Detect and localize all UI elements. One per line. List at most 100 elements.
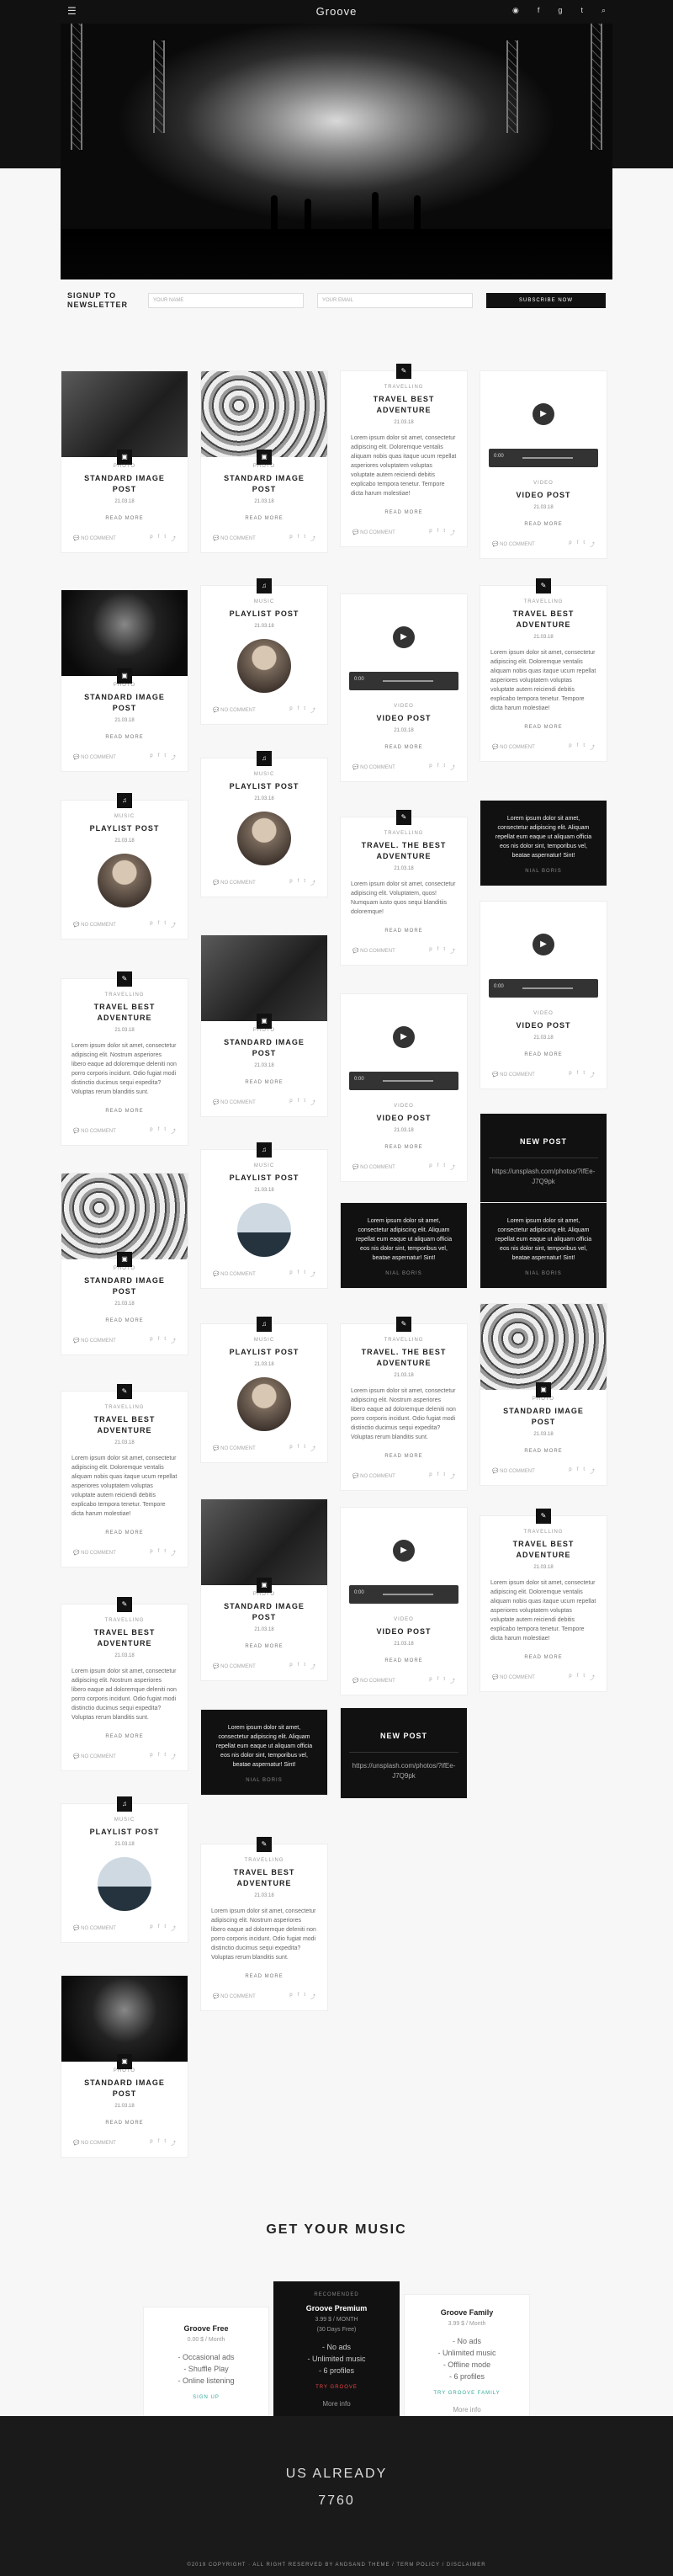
comment-count[interactable]: 💬 NO COMMENT: [352, 764, 395, 770]
audio-player[interactable]: 0:00: [489, 979, 598, 998]
twitter-icon[interactable]: t: [583, 1071, 585, 1078]
pinterest-icon[interactable]: p: [150, 1924, 152, 1932]
post-title[interactable]: TRAVEL. THE BEST ADVENTURE: [341, 840, 467, 862]
play-icon[interactable]: ▶: [393, 626, 415, 648]
post-title[interactable]: TRAVEL BEST ADVENTURE: [201, 1867, 327, 1889]
share-icon[interactable]: ⤴: [450, 1163, 455, 1171]
search-icon[interactable]: ⌕: [601, 6, 606, 15]
pinterest-icon[interactable]: p: [429, 764, 432, 771]
pinterest-icon[interactable]: p: [289, 1270, 292, 1278]
read-more-link[interactable]: READ MORE: [480, 1052, 607, 1057]
read-more-link[interactable]: READ MORE: [61, 1530, 188, 1535]
play-icon[interactable]: ▶: [393, 1540, 415, 1562]
facebook-icon[interactable]: f: [577, 1071, 579, 1078]
twitter-icon[interactable]: t: [443, 947, 445, 955]
seek-bar[interactable]: [522, 987, 573, 989]
twitter-icon[interactable]: t: [164, 753, 166, 761]
twitter-icon[interactable]: t: [583, 1467, 585, 1475]
share-icon[interactable]: ⤴: [171, 1753, 176, 1760]
twitter-icon[interactable]: t: [443, 1472, 445, 1480]
twitter-icon[interactable]: t: [164, 921, 166, 929]
facebook-icon[interactable]: f: [577, 540, 579, 548]
facebook-icon[interactable]: f: [298, 1445, 299, 1452]
read-more-link[interactable]: READ MORE: [61, 516, 188, 521]
pinterest-icon[interactable]: p: [569, 743, 571, 751]
twitter-icon[interactable]: t: [164, 1924, 166, 1932]
comment-count[interactable]: 💬 NO COMMENT: [73, 1925, 116, 1931]
post-title[interactable]: TRAVEL BEST ADVENTURE: [480, 1539, 607, 1561]
comment-count[interactable]: 💬 NO COMMENT: [352, 530, 395, 535]
share-icon[interactable]: ⤴: [590, 743, 595, 751]
facebook-icon[interactable]: f: [298, 1993, 299, 2000]
twitter-icon[interactable]: t: [583, 540, 585, 548]
twitter-icon[interactable]: t: [164, 1337, 166, 1344]
playlist-cover[interactable]: [237, 1203, 291, 1257]
comment-count[interactable]: 💬 NO COMMENT: [213, 1663, 256, 1669]
facebook-icon[interactable]: f: [538, 6, 540, 15]
read-more-link[interactable]: READ MORE: [201, 1644, 327, 1649]
pinterest-icon[interactable]: p: [289, 1445, 292, 1452]
post-title[interactable]: PLAYLIST POST: [201, 609, 327, 620]
twitter-icon[interactable]: t: [304, 1445, 305, 1452]
read-more-link[interactable]: READ MORE: [61, 1318, 188, 1323]
play-icon[interactable]: ▶: [533, 403, 554, 425]
comment-count[interactable]: 💬 NO COMMENT: [492, 1674, 535, 1680]
comment-count[interactable]: 💬 NO COMMENT: [73, 1550, 116, 1556]
post-title[interactable]: STANDARD IMAGE POST: [61, 1275, 188, 1297]
twitter-icon[interactable]: t: [580, 6, 583, 15]
comment-count[interactable]: 💬 NO COMMENT: [492, 541, 535, 547]
pinterest-icon[interactable]: p: [150, 1127, 152, 1135]
twitter-icon[interactable]: t: [164, 2139, 166, 2147]
facebook-icon[interactable]: f: [437, 1472, 439, 1480]
playlist-cover[interactable]: [237, 812, 291, 865]
pinterest-icon[interactable]: p: [150, 1753, 152, 1760]
share-icon[interactable]: ⤴: [450, 1472, 455, 1480]
post-title[interactable]: NEW POST: [341, 1732, 467, 1740]
facebook-icon[interactable]: f: [437, 947, 439, 955]
share-icon[interactable]: ⤴: [171, 753, 176, 761]
post-title[interactable]: VIDEO POST: [480, 1020, 607, 1031]
read-more-link[interactable]: READ MORE: [480, 1449, 607, 1454]
read-more-link[interactable]: READ MORE: [61, 1734, 188, 1739]
twitter-icon[interactable]: t: [164, 1127, 166, 1135]
share-icon[interactable]: ⤴: [171, 535, 176, 542]
facebook-icon[interactable]: f: [158, 921, 160, 929]
post-title[interactable]: STANDARD IMAGE POST: [61, 692, 188, 714]
facebook-icon[interactable]: f: [158, 1549, 160, 1557]
pinterest-icon[interactable]: p: [150, 2139, 152, 2147]
comment-count[interactable]: 💬 NO COMMENT: [352, 1473, 395, 1479]
seek-bar[interactable]: [383, 680, 433, 682]
twitter-icon[interactable]: t: [304, 1270, 305, 1278]
share-icon[interactable]: ⤴: [590, 1674, 595, 1681]
facebook-icon[interactable]: f: [577, 743, 579, 751]
twitter-icon[interactable]: t: [304, 706, 305, 714]
pinterest-icon[interactable]: p: [289, 1663, 292, 1670]
twitter-icon[interactable]: t: [583, 1674, 585, 1681]
playlist-cover[interactable]: [237, 639, 291, 693]
read-more-link[interactable]: READ MORE: [480, 725, 607, 730]
post-title[interactable]: PLAYLIST POST: [61, 1827, 188, 1838]
email-input[interactable]: YOUR EMAIL: [317, 293, 473, 308]
share-icon[interactable]: ⤴: [450, 529, 455, 536]
pinterest-icon[interactable]: p: [429, 947, 432, 955]
name-input[interactable]: YOUR NAME: [148, 293, 304, 308]
pinterest-icon[interactable]: p: [569, 540, 571, 548]
post-title[interactable]: NEW POST: [480, 1137, 607, 1146]
share-icon[interactable]: ⤴: [310, 1099, 315, 1106]
comment-count[interactable]: 💬 NO COMMENT: [492, 1468, 535, 1474]
seek-bar[interactable]: [522, 457, 573, 459]
twitter-icon[interactable]: t: [583, 743, 585, 751]
post-title[interactable]: PLAYLIST POST: [201, 781, 327, 792]
share-icon[interactable]: ⤴: [590, 540, 595, 548]
post-title[interactable]: TRAVEL BEST ADVENTURE: [61, 1414, 188, 1436]
post-title[interactable]: PLAYLIST POST: [201, 1347, 327, 1358]
post-title[interactable]: STANDARD IMAGE POST: [201, 1601, 327, 1623]
playlist-cover[interactable]: [237, 1377, 291, 1431]
pinterest-icon[interactable]: p: [429, 529, 432, 536]
facebook-icon[interactable]: f: [298, 1663, 299, 1670]
pinterest-icon[interactable]: p: [289, 879, 292, 886]
share-icon[interactable]: ⤴: [310, 879, 315, 886]
post-image[interactable]: [61, 371, 188, 457]
signup-link[interactable]: SIGN UP: [144, 2395, 268, 2400]
read-more-link[interactable]: READ MORE: [341, 1454, 467, 1459]
